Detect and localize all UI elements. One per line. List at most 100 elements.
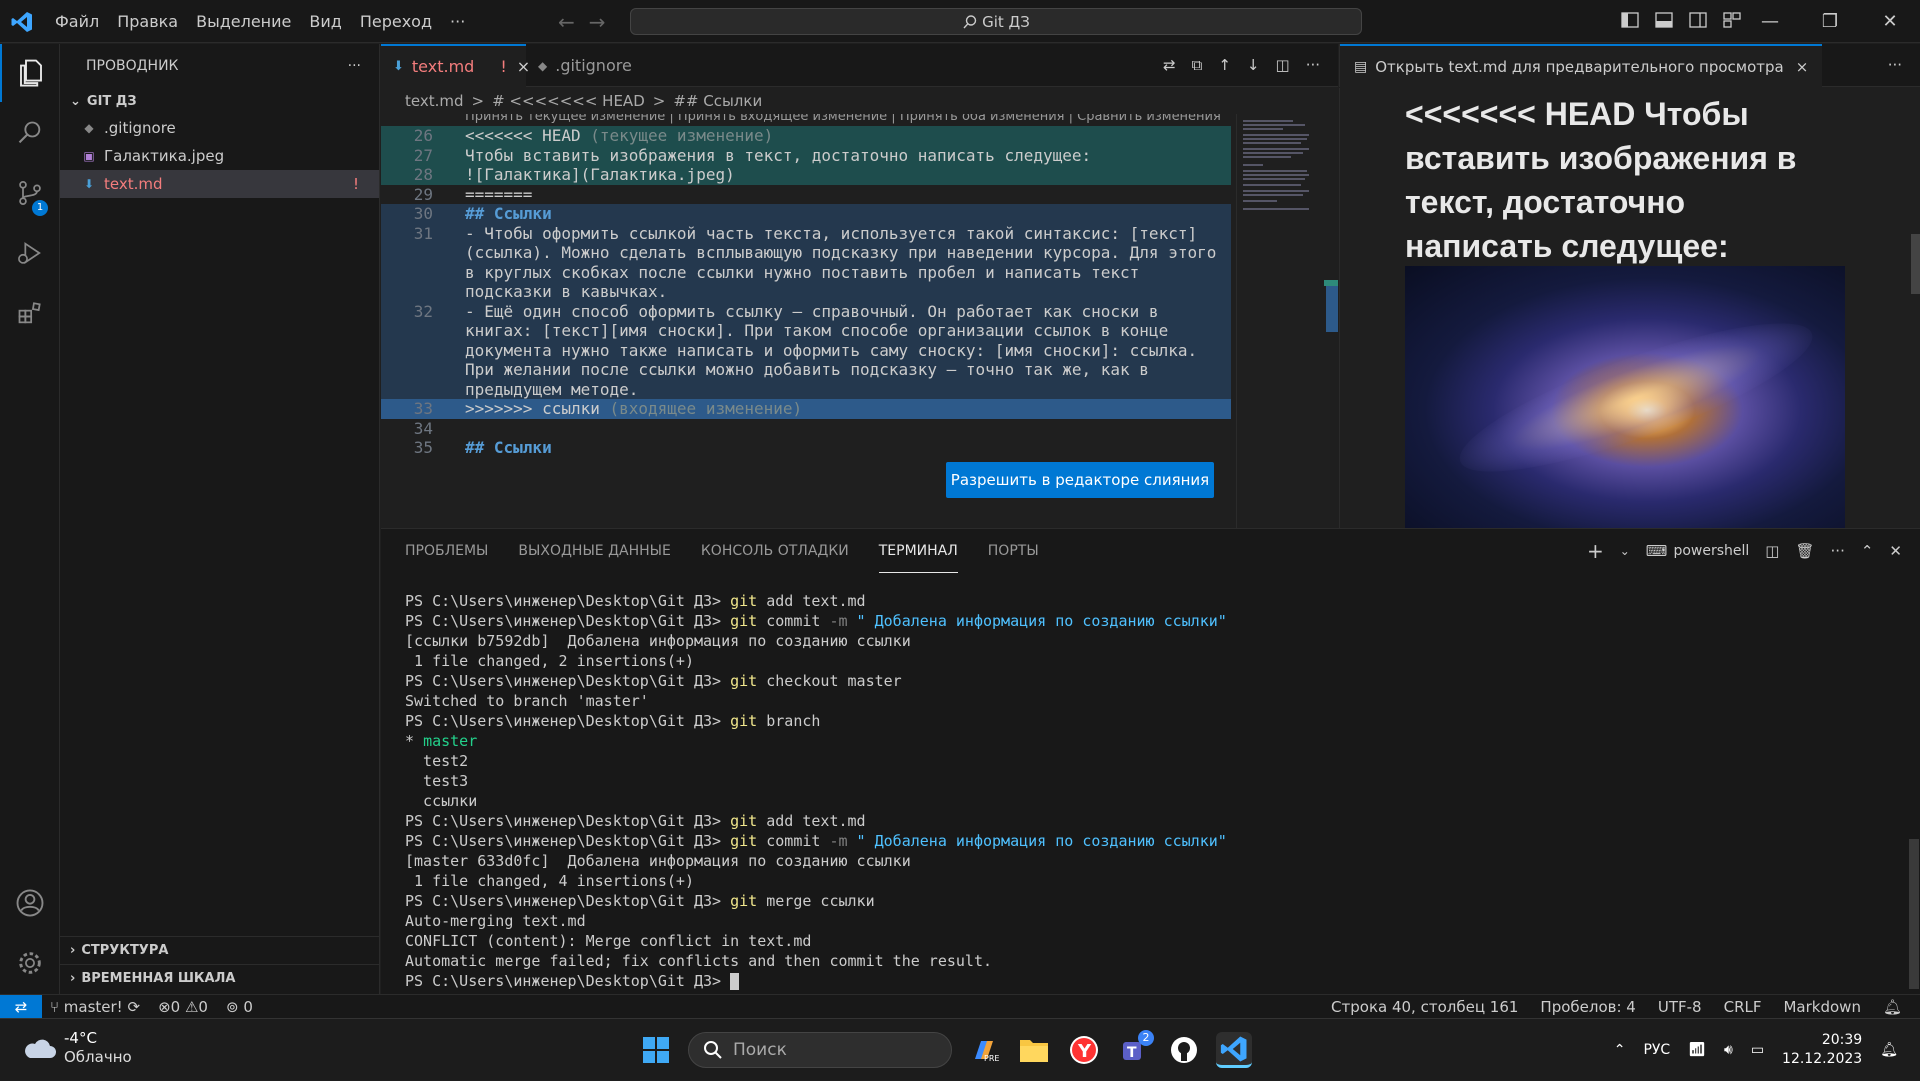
extensions-icon[interactable]: [0, 284, 60, 342]
encoding[interactable]: UTF-8: [1658, 998, 1702, 1016]
search-icon: [704, 1041, 722, 1059]
notifications-bell-icon[interactable]: 🔔︎: [1883, 998, 1902, 1016]
outline-section[interactable]: › СТРУКТУРА: [60, 936, 380, 964]
windows-start-icon[interactable]: [638, 1032, 674, 1068]
toggle-panel-icon[interactable]: [1654, 10, 1676, 32]
panel-tab[interactable]: ПРОБЛЕМЫ: [405, 529, 488, 573]
close-panel-icon[interactable]: ✕: [1889, 542, 1902, 560]
forward-arrow-icon[interactable]: →: [589, 10, 620, 34]
github-desktop-icon[interactable]: [1166, 1032, 1202, 1068]
maximize-icon[interactable]: ❐: [1800, 0, 1860, 43]
manage-gear-icon[interactable]: [0, 934, 60, 992]
battery-icon[interactable]: ▭: [1751, 1042, 1764, 1058]
ports-status[interactable]: ⊚ 0: [226, 998, 253, 1016]
file-item[interactable]: ▣ Галактика.jpeg: [60, 142, 379, 170]
prompt: PS C:\Users\инженер\Desktop\Git ДЗ>: [405, 592, 731, 610]
back-arrow-icon[interactable]: ←: [558, 10, 589, 34]
layout-controls: [1620, 10, 1744, 32]
menu-item[interactable]: Правка: [108, 12, 187, 31]
source-control-icon[interactable]: 1: [0, 164, 60, 222]
nav-arrows[interactable]: ←→: [558, 10, 620, 34]
menu-item[interactable]: Вид: [300, 12, 350, 31]
open-preview-side-icon[interactable]: ⧉: [1192, 56, 1203, 74]
taskbar-search[interactable]: Поиск: [688, 1032, 952, 1068]
breadcrumb-item[interactable]: ## Ссылки: [673, 92, 762, 110]
more-actions-icon[interactable]: ···: [1831, 542, 1845, 560]
terminal-line: * master: [405, 731, 1885, 751]
weather-widget[interactable]: -4°C Облачно: [22, 1029, 132, 1066]
volume-icon[interactable]: 🔊︎: [1724, 1042, 1733, 1058]
remote-icon[interactable]: ⇄: [0, 995, 42, 1019]
previous-conflict-icon[interactable]: ↑: [1218, 56, 1231, 74]
command-center-search[interactable]: Git ДЗ: [630, 8, 1362, 35]
scroll-thumb[interactable]: [1326, 280, 1338, 332]
split-editor-icon[interactable]: ◫: [1276, 56, 1290, 74]
code-line: 30 ## Ссылки: [381, 204, 1231, 224]
kill-terminal-icon[interactable]: 🗑: [1795, 542, 1814, 560]
yandex-browser-icon[interactable]: Y: [1066, 1032, 1102, 1068]
compare-changes-icon[interactable]: ⇄: [1163, 56, 1176, 74]
indentation[interactable]: Пробелов: 4: [1540, 998, 1635, 1016]
merge-codelens[interactable]: Принять текущее изменение | Принять вход…: [465, 114, 1221, 126]
file-explorer-icon[interactable]: [1016, 1032, 1052, 1068]
menu-item[interactable]: Файл: [46, 12, 108, 31]
terminal-output[interactable]: PS C:\Users\инженер\Desktop\Git ДЗ> git …: [405, 591, 1885, 991]
panel-tab[interactable]: КОНСОЛЬ ОТЛАДКИ: [701, 529, 849, 573]
cursor-position[interactable]: Строка 40, столбец 161: [1331, 998, 1518, 1016]
terminal-line: Switched to branch 'master': [405, 691, 1885, 711]
notifications-icon[interactable]: 🔔︎: [1880, 1042, 1898, 1058]
tab-gitignore[interactable]: ◆ .gitignore: [526, 44, 661, 87]
split-terminal-icon[interactable]: ◫: [1765, 542, 1779, 560]
maximize-panel-icon[interactable]: ⌃: [1861, 542, 1874, 560]
menu-item[interactable]: ···: [441, 12, 474, 31]
panel-tab[interactable]: ПОРТЫ: [988, 529, 1039, 573]
file-item[interactable]: ⬇ text.md!: [60, 170, 379, 198]
explorer-icon[interactable]: [0, 44, 60, 102]
timeline-section[interactable]: › ВРЕМЕННАЯ ШКАЛА: [60, 964, 380, 992]
account-icon[interactable]: [0, 874, 60, 932]
toggle-sidebar-icon[interactable]: [1620, 10, 1642, 32]
language-indicator[interactable]: РУС: [1643, 1042, 1670, 1058]
preview-more-icon[interactable]: ···: [1888, 56, 1902, 74]
file-item[interactable]: ◆ .gitignore: [60, 114, 379, 142]
preview-tabs: ▤ Открыть text.md для предварительного п…: [1339, 44, 1920, 87]
close-preview-icon[interactable]: ×: [1796, 58, 1809, 76]
breadcrumb-item[interactable]: # <<<<<<< HEAD: [492, 92, 645, 110]
menu-item[interactable]: Выделение: [187, 12, 300, 31]
tab-text-md[interactable]: ⬇ text.md ! ×: [381, 44, 530, 87]
resolve-in-merge-editor-button[interactable]: Разрешить в редакторе слияния: [946, 462, 1214, 498]
line-number: 31: [413, 223, 433, 243]
minimap[interactable]: [1236, 114, 1324, 528]
terminal-scrollbar[interactable]: [1909, 839, 1919, 989]
chevron-up-icon[interactable]: ⌃: [1614, 1042, 1626, 1058]
breadcrumb-item[interactable]: text.md: [405, 92, 464, 110]
minimize-icon[interactable]: —: [1740, 0, 1800, 43]
language-mode[interactable]: Markdown: [1783, 998, 1860, 1016]
clock[interactable]: 20:39 12.12.2023: [1782, 1031, 1862, 1069]
copilot-icon[interactable]: PRE: [966, 1032, 1002, 1068]
explorer-more-icon[interactable]: ···: [348, 58, 361, 74]
new-terminal-icon[interactable]: +: [1587, 539, 1604, 563]
wifi-icon[interactable]: 📶︎: [1688, 1042, 1706, 1058]
next-conflict-icon[interactable]: ↓: [1247, 56, 1260, 74]
teams-icon[interactable]: T2: [1116, 1030, 1154, 1068]
run-debug-icon[interactable]: [0, 224, 60, 282]
menu-item[interactable]: Переход: [351, 12, 441, 31]
toggle-secondary-sidebar-icon[interactable]: [1688, 10, 1710, 32]
more-actions-icon[interactable]: ···: [1306, 56, 1320, 74]
tab-preview[interactable]: ▤ Открыть text.md для предварительного п…: [1340, 44, 1823, 87]
panel-tab[interactable]: ТЕРМИНАЛ: [878, 529, 958, 573]
search-sidebar-icon[interactable]: [0, 104, 60, 162]
chevron-down-icon[interactable]: ⌄: [1620, 544, 1630, 558]
close-window-icon[interactable]: ✕: [1860, 0, 1920, 43]
conflict-label: (входящее изменение): [599, 399, 803, 418]
workspace-folder[interactable]: ⌄ GIT ДЗ: [60, 88, 379, 114]
vscode-taskbar-icon[interactable]: [1216, 1032, 1252, 1068]
panel-tab[interactable]: ВЫХОДНЫЕ ДАННЫЕ: [518, 529, 670, 573]
branch-status[interactable]: ⑂ master! ⟳: [50, 998, 140, 1016]
line-ending[interactable]: CRLF: [1724, 998, 1762, 1016]
shell-name[interactable]: powershell: [1673, 543, 1749, 559]
problems-status[interactable]: ⊗0 ⚠0: [158, 998, 208, 1016]
editor-scrollbar[interactable]: [1324, 114, 1338, 528]
preview-scrollbar[interactable]: [1911, 234, 1920, 294]
